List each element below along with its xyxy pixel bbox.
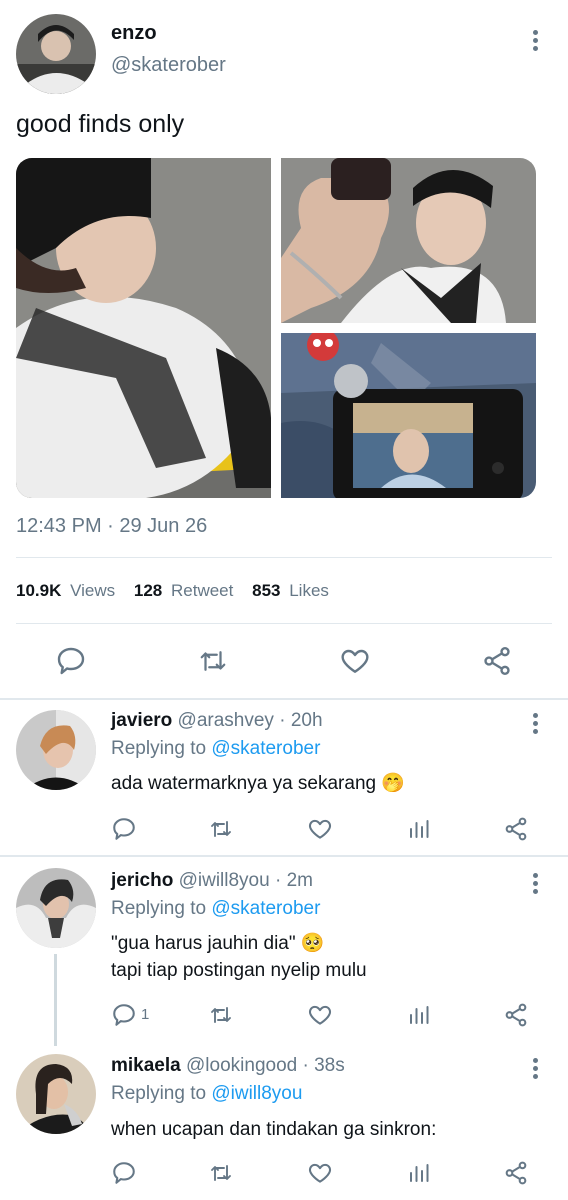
retweet-icon[interactable] [196, 646, 230, 676]
more-options-icon[interactable] [525, 713, 545, 735]
reply-author-name[interactable]: jericho [111, 870, 173, 891]
tweet-stats: 10.9K Views 128 Retweet 853 Likes [16, 581, 329, 601]
retweet-icon[interactable] [207, 1003, 235, 1027]
replying-to-label: Replying to [111, 1083, 207, 1104]
author-avatar[interactable] [16, 14, 96, 94]
retweet-count[interactable]: 128 [134, 581, 162, 600]
divider [0, 855, 568, 857]
reply-avatar[interactable] [16, 710, 96, 790]
reply-avatar[interactable] [16, 1054, 96, 1134]
divider [0, 698, 568, 700]
reply-header: jericho @iwill8you · 2m [111, 870, 313, 892]
reply-text: when ucapan dan tindakan ga sinkron: [111, 1119, 437, 1140]
divider [16, 557, 552, 558]
more-options-icon[interactable] [525, 30, 545, 52]
reply-author-handle[interactable]: @iwill8you [179, 870, 270, 891]
reply-text-line-1: "gua harus jauhin dia" 🥺 [111, 933, 325, 954]
replying-to: Replying to @skaterober [111, 898, 320, 920]
reply-author-name[interactable]: mikaela [111, 1055, 181, 1076]
reply-action-bar [0, 814, 568, 844]
author-name[interactable]: enzo [111, 22, 157, 45]
reply-author-handle[interactable]: @arashvey [178, 710, 274, 731]
replying-to-handle[interactable]: @skaterober [211, 898, 320, 919]
retweet-icon[interactable] [207, 1161, 235, 1185]
reply-header: javiero @arashvey · 20h [111, 710, 323, 732]
share-icon[interactable] [503, 1002, 529, 1028]
reply-action-bar [0, 1158, 568, 1188]
analytics-icon[interactable] [407, 1003, 431, 1027]
reply-text: ada watermarknya ya sekarang 🤭 [111, 773, 406, 794]
views-label: Views [70, 581, 116, 600]
more-options-icon[interactable] [525, 1058, 545, 1080]
reply-header: mikaela @lookingood · 38s [111, 1055, 345, 1077]
retweet-icon[interactable] [207, 817, 235, 841]
reply-icon[interactable] [111, 1002, 137, 1028]
reply-icon[interactable] [111, 1160, 137, 1186]
tweet-photo-1[interactable] [16, 158, 271, 498]
tweet-text: good finds only [16, 110, 185, 138]
likes-label[interactable]: Likes [289, 581, 329, 600]
retweet-label[interactable]: Retweet [171, 581, 233, 600]
analytics-icon[interactable] [407, 1161, 431, 1185]
heart-icon[interactable] [307, 1160, 333, 1186]
likes-count[interactable]: 853 [252, 581, 280, 600]
views-count: 10.9K [16, 581, 62, 600]
heart-icon[interactable] [307, 816, 333, 842]
tweet-photo-2[interactable] [281, 158, 536, 323]
reply-text-line-2: tapi tiap postingan nyelip mulu [111, 960, 367, 981]
replying-to-handle[interactable]: @skaterober [211, 738, 320, 759]
share-icon[interactable] [481, 645, 513, 677]
heart-icon[interactable] [339, 645, 371, 677]
reply-author-handle[interactable]: @lookingood [186, 1055, 297, 1076]
heart-icon[interactable] [307, 1002, 333, 1028]
replying-to-label: Replying to [111, 898, 207, 919]
replying-to-handle[interactable]: @iwill8you [211, 1083, 302, 1104]
reply-icon[interactable] [111, 816, 137, 842]
replying-to: Replying to @iwill8you [111, 1083, 302, 1105]
reply-icon[interactable] [55, 645, 87, 677]
reply-age[interactable]: · 2m [275, 870, 313, 891]
share-icon[interactable] [503, 816, 529, 842]
reply-count: 1 [141, 1006, 150, 1023]
reply-avatar[interactable] [16, 868, 96, 948]
tweet-timestamp[interactable]: 12:43 PM · 29 Jun 26 [16, 515, 207, 538]
divider [16, 623, 552, 624]
replying-to: Replying to @skaterober [111, 738, 320, 760]
share-icon[interactable] [503, 1160, 529, 1186]
more-options-icon[interactable] [525, 873, 545, 895]
tweet-photo-3[interactable] [281, 333, 536, 498]
reply-author-name[interactable]: javiero [111, 710, 172, 731]
reply-age[interactable]: · 38s [303, 1055, 345, 1076]
analytics-icon[interactable] [407, 817, 431, 841]
author-handle[interactable]: @skaterober [111, 54, 226, 77]
replying-to-label: Replying to [111, 738, 207, 759]
reply-age[interactable]: · 20h [279, 710, 322, 731]
reply-action-bar: 1 [0, 1000, 568, 1030]
